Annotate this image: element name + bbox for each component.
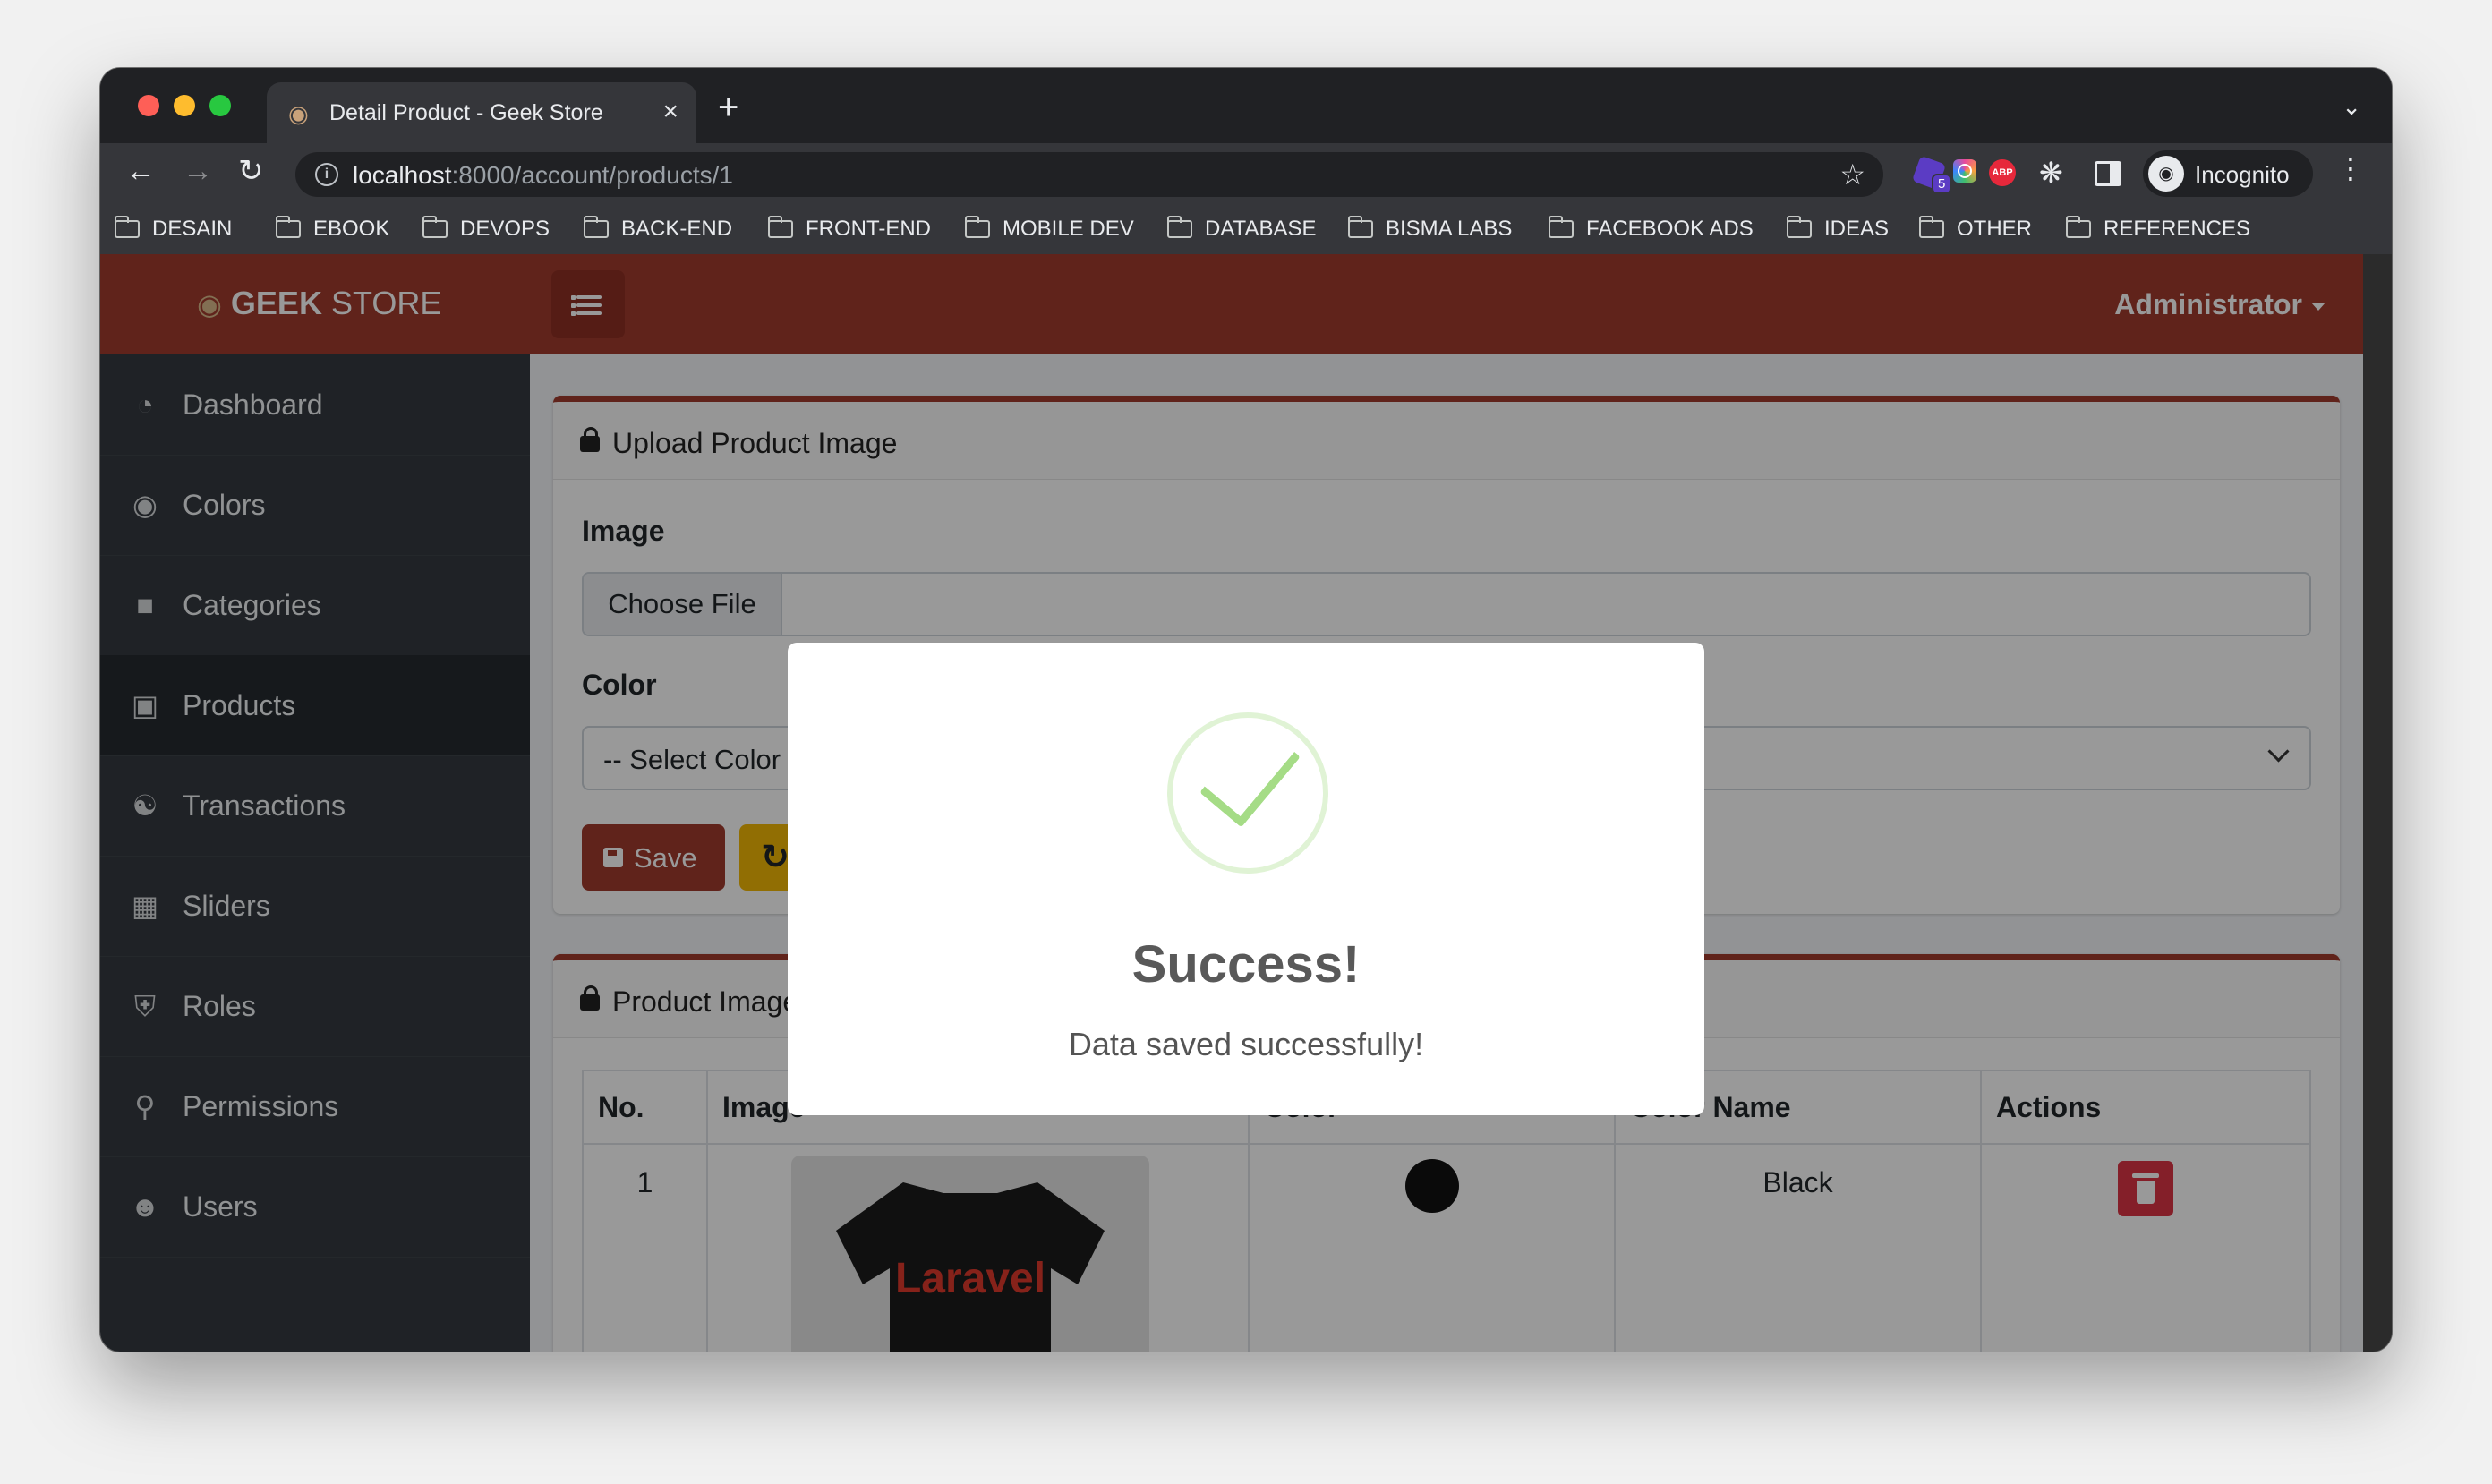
page-scrollbar[interactable] [2363, 254, 2392, 1352]
tab-close-icon[interactable]: × [662, 97, 678, 127]
bookmark-folder[interactable]: DATABASE [1167, 216, 1317, 242]
bookmarks-bar: DESAIN EBOOK DEVOPS BACK-END FRONT-END M… [100, 204, 2392, 255]
success-modal: Success! Data saved successfully! [788, 643, 1704, 1115]
modal-message: Data saved successfully! [1068, 1026, 1424, 1062]
new-tab-button[interactable]: + [718, 90, 738, 125]
maximize-window-button[interactable] [209, 95, 231, 116]
address-bar[interactable]: i localhost:8000/account/products/1 ☆ [295, 152, 1883, 197]
puzzle-extensions-icon[interactable]: ❋ [2039, 156, 2063, 189]
bookmark-folder[interactable]: BISMA LABS [1348, 216, 1513, 242]
bookmark-label: DATABASE [1205, 217, 1317, 241]
reload-icon[interactable]: ↻ [238, 156, 264, 186]
bookmark-label: REFERENCES [2104, 217, 2251, 241]
page-viewport: ◉ GEEK STORE Administrator ◔ Dashboard ◉ … [100, 254, 2363, 1352]
browser-toolbar: ← → ↻ i localhost:8000/account/products/… [100, 143, 2392, 204]
browser-window: ◉ Detail Product - Geek Store × + ⌄ ← → … [100, 68, 2392, 1352]
bookmark-folder[interactable]: REFERENCES [2066, 216, 2251, 242]
site-info-icon[interactable]: i [315, 163, 338, 186]
side-panel-icon[interactable] [2095, 161, 2121, 186]
bookmark-folder[interactable]: DESAIN [115, 216, 233, 242]
folder-icon [1787, 216, 1812, 238]
bookmark-label: DESAIN [152, 217, 233, 241]
bookmark-label: BISMA LABS [1386, 217, 1513, 241]
favicon-icon: ◉ [288, 100, 309, 127]
bookmark-folder[interactable]: FACEBOOK ADS [1549, 216, 1754, 242]
bookmark-folder[interactable]: FRONT-END [768, 216, 931, 242]
modal-title: Success! [1131, 935, 1361, 994]
incognito-profile-button[interactable]: ◉ Incognito [2143, 150, 2313, 197]
bookmark-folder[interactable]: DEVOPS [422, 216, 550, 242]
url-host: localhost [353, 161, 452, 189]
folder-icon [2066, 216, 2091, 238]
bookmark-label: BACK-END [621, 217, 733, 241]
folder-icon [276, 216, 301, 238]
url-text[interactable]: localhost:8000/account/products/1 [353, 161, 733, 190]
folder-icon [422, 216, 448, 238]
folder-icon [1549, 216, 1574, 238]
bookmark-folder[interactable]: MOBILE DEV [965, 216, 1134, 242]
folder-icon [965, 216, 990, 238]
bookmark-label: DEVOPS [460, 217, 550, 241]
bookmark-label: OTHER [1957, 217, 2032, 241]
tab-strip: ◉ Detail Product - Geek Store × + ⌄ [100, 68, 2392, 143]
browser-menu-icon[interactable]: ⋮ [2336, 154, 2365, 183]
back-arrow-icon[interactable]: ← [125, 156, 156, 186]
close-window-button[interactable] [138, 95, 159, 116]
bookmark-label: FACEBOOK ADS [1586, 217, 1754, 241]
forward-arrow-icon[interactable]: → [183, 156, 213, 186]
bookmark-label: FRONT-END [806, 217, 931, 241]
bookmark-folder[interactable]: BACK-END [584, 216, 733, 242]
profile-label: Incognito [2195, 161, 2290, 188]
bookmark-label: IDEAS [1824, 217, 1890, 241]
color-picker-extension-icon[interactable] [1953, 159, 1976, 183]
bookmark-folder[interactable]: EBOOK [276, 216, 390, 242]
bookmark-folder[interactable]: IDEAS [1787, 216, 1890, 242]
folder-icon [584, 216, 609, 238]
folder-icon [768, 216, 793, 238]
folder-icon [1167, 216, 1192, 238]
tab-search-chevron-icon[interactable]: ⌄ [2342, 93, 2361, 121]
folder-icon [1919, 216, 1944, 238]
tab-title: Detail Product - Geek Store [329, 100, 603, 125]
minimize-window-button[interactable] [174, 95, 195, 116]
bookmark-folder[interactable]: OTHER [1919, 216, 2032, 242]
bookmark-label: MOBILE DEV [1003, 217, 1134, 241]
bookmark-label: EBOOK [313, 217, 390, 241]
bookmark-star-icon[interactable]: ☆ [1839, 158, 1865, 192]
incognito-icon: ◉ [2148, 156, 2184, 192]
adblock-extension-icon[interactable]: ABP [1989, 159, 2016, 186]
browser-tab[interactable]: ◉ Detail Product - Geek Store × [267, 82, 696, 143]
folder-icon [1348, 216, 1373, 238]
url-path: :8000/account/products/1 [451, 161, 733, 189]
folder-icon [115, 216, 140, 238]
extension-badge: 5 [1932, 174, 1952, 194]
